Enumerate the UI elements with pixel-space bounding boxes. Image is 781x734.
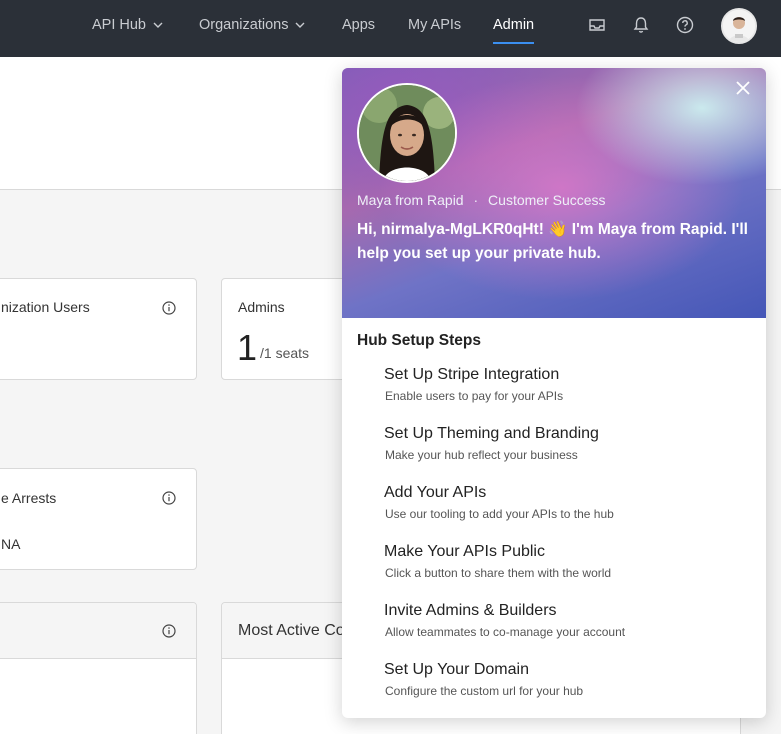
step-public[interactable]: Make Your APIs Public Click a button to … bbox=[384, 543, 744, 580]
chart-card-left bbox=[0, 602, 197, 734]
nav-admin[interactable]: Admin bbox=[493, 0, 535, 50]
step-desc: Configure the custom url for your hub bbox=[385, 684, 584, 698]
admins-card-title: Admins bbox=[238, 299, 285, 315]
nav-my-apis-label: My APIs bbox=[408, 17, 462, 33]
nav-apps[interactable]: Apps bbox=[342, 0, 375, 50]
user-avatar-icon bbox=[723, 10, 755, 42]
step-title: Add Your APIs bbox=[384, 484, 487, 501]
step-domain[interactable]: Set Up Your Domain Configure the custom … bbox=[384, 661, 744, 698]
popup-from: Maya from Rapid bbox=[357, 192, 464, 208]
step-stripe[interactable]: Set Up Stripe Integration Enable users t… bbox=[384, 366, 744, 403]
step-add-apis[interactable]: Add Your APIs Use our tooling to add you… bbox=[384, 484, 744, 521]
nav-organizations[interactable]: Organizations bbox=[199, 0, 306, 50]
nav-api-hub[interactable]: API Hub bbox=[92, 0, 164, 50]
nav-organizations-label: Organizations bbox=[199, 17, 289, 33]
users-card: nization Users bbox=[0, 278, 197, 380]
popup-separator: · bbox=[473, 192, 479, 208]
top-nav: API Hub Organizations Apps My APIs Admin bbox=[0, 0, 781, 57]
close-icon[interactable] bbox=[735, 80, 751, 96]
nav-admin-label: Admin bbox=[493, 17, 535, 33]
nav-apps-label: Apps bbox=[342, 17, 376, 33]
popup-greeting: Hi, nirmalya-MgLKR0qHt! 👋 I'm Maya from … bbox=[357, 221, 748, 262]
step-desc: Enable users to pay for your APIs bbox=[385, 389, 564, 403]
bell-icon[interactable] bbox=[631, 15, 651, 35]
active-tab-indicator bbox=[493, 42, 535, 44]
steps-title: Hub Setup Steps bbox=[357, 332, 482, 349]
step-theming[interactable]: Set Up Theming and Branding Make your hu… bbox=[384, 425, 744, 462]
onboarding-popup: Maya from Rapid · Customer Success Hi, n… bbox=[342, 68, 766, 718]
step-title: Set Up Stripe Integration bbox=[384, 366, 560, 383]
help-icon[interactable] bbox=[675, 15, 695, 35]
arrests-card: e Arrests NA bbox=[0, 468, 197, 570]
step-desc: Click a button to share them with the wo… bbox=[385, 566, 612, 580]
step-invite[interactable]: Invite Admins & Builders Allow teammates… bbox=[384, 602, 744, 639]
nav-api-hub-label: API Hub bbox=[92, 17, 146, 33]
step-desc: Make your hub reflect your business bbox=[385, 448, 578, 462]
step-title: Set Up Theming and Branding bbox=[384, 425, 599, 442]
maya-portrait-icon bbox=[359, 85, 455, 181]
most-active-card-title: Most Active Co bbox=[238, 622, 345, 639]
arrests-card-title: e Arrests bbox=[1, 490, 57, 506]
nav-my-apis[interactable]: My APIs bbox=[408, 0, 461, 50]
admins-card: Admins 1 /1 seats bbox=[221, 278, 361, 380]
info-icon[interactable] bbox=[162, 624, 176, 638]
info-icon[interactable] bbox=[162, 491, 176, 505]
admins-count: 1 bbox=[237, 327, 258, 368]
step-title: Make Your APIs Public bbox=[384, 543, 545, 560]
popup-from-line: Maya from Rapid · Customer Success bbox=[357, 192, 606, 208]
user-avatar[interactable] bbox=[721, 8, 757, 44]
step-desc: Allow teammates to co-manage your accoun… bbox=[385, 625, 626, 639]
maya-avatar bbox=[357, 83, 457, 183]
chevron-down-icon bbox=[295, 22, 305, 28]
step-desc: Use our tooling to add your APIs to the … bbox=[385, 507, 614, 521]
chevron-down-icon bbox=[153, 22, 163, 28]
popup-role: Customer Success bbox=[488, 192, 606, 208]
arrests-value: NA bbox=[1, 536, 21, 552]
inbox-icon[interactable] bbox=[587, 15, 607, 35]
step-title: Invite Admins & Builders bbox=[384, 602, 557, 619]
admins-seats: /1 seats bbox=[260, 345, 310, 361]
users-card-title: nization Users bbox=[1, 299, 90, 315]
info-icon[interactable] bbox=[162, 301, 176, 315]
popup-hero: Maya from Rapid · Customer Success Hi, n… bbox=[342, 68, 766, 318]
step-title: Set Up Your Domain bbox=[384, 661, 529, 678]
